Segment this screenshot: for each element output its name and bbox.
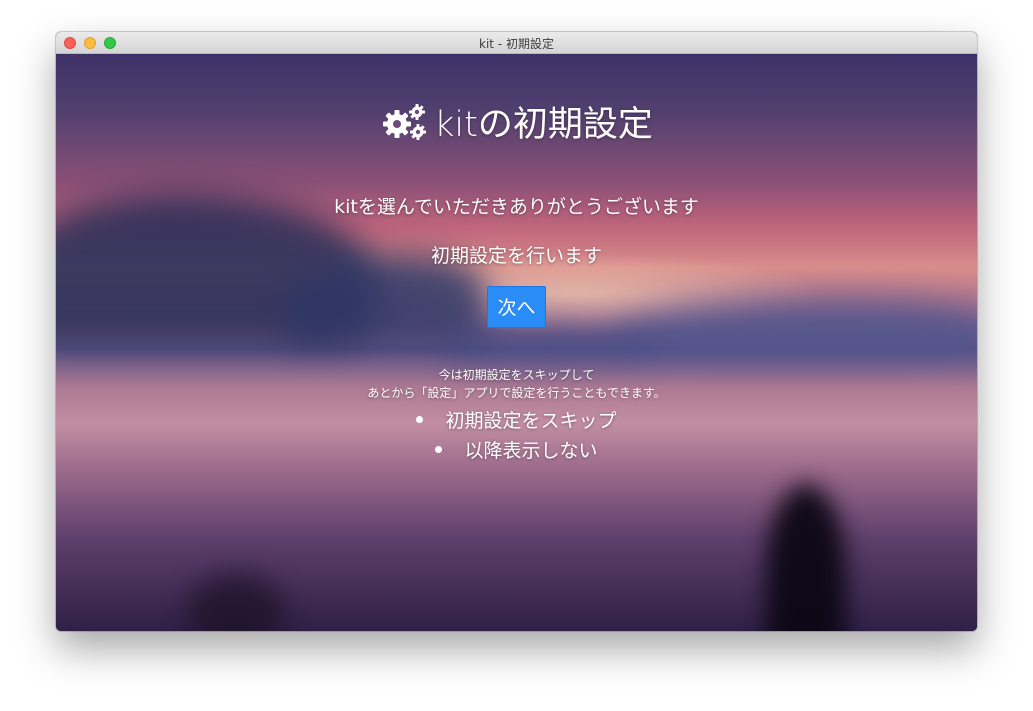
bullet-icon <box>416 416 424 423</box>
page-title: kitの初期設定 <box>434 105 653 145</box>
background-mountain <box>616 299 977 359</box>
thanks-message: kitを選んでいただきありがとうございます <box>334 196 699 218</box>
skip-note-line: あとから「設定」アプリで設定を行うこともできます。 <box>367 386 666 400</box>
background-bush <box>186 574 286 631</box>
setup-screen: kitの初期設定 kitを選んでいただきありがとうございます 初期設定を行います… <box>56 54 977 631</box>
dont-show-again-link[interactable]: 以降表示しない <box>464 440 597 462</box>
background-tree <box>766 484 846 631</box>
bullet-icon <box>435 446 443 453</box>
title-bar[interactable]: kit - 初期設定 <box>56 32 977 54</box>
skip-note: 今は初期設定をスキップして あとから「設定」アプリで設定を行うこともできます。 <box>56 366 977 402</box>
setup-message: 初期設定を行います <box>430 245 602 267</box>
page-header: kitの初期設定 <box>56 96 977 145</box>
gears-icon <box>383 103 427 140</box>
next-button[interactable]: 次へ <box>487 286 546 328</box>
skip-options-list: 初期設定をスキップ 以降表示しない <box>56 406 977 466</box>
background-mountain <box>436 324 656 364</box>
app-window: kit - 初期設定 kitの初期設定 kitを選んでいただきありがとうございま… <box>56 32 977 631</box>
list-item: 以降表示しない <box>56 436 977 466</box>
window-title: kit - 初期設定 <box>479 37 554 51</box>
skip-setup-link[interactable]: 初期設定をスキップ <box>445 410 616 432</box>
list-item: 初期設定をスキップ <box>56 406 977 436</box>
skip-note-line: 今は初期設定をスキップして <box>438 368 595 382</box>
